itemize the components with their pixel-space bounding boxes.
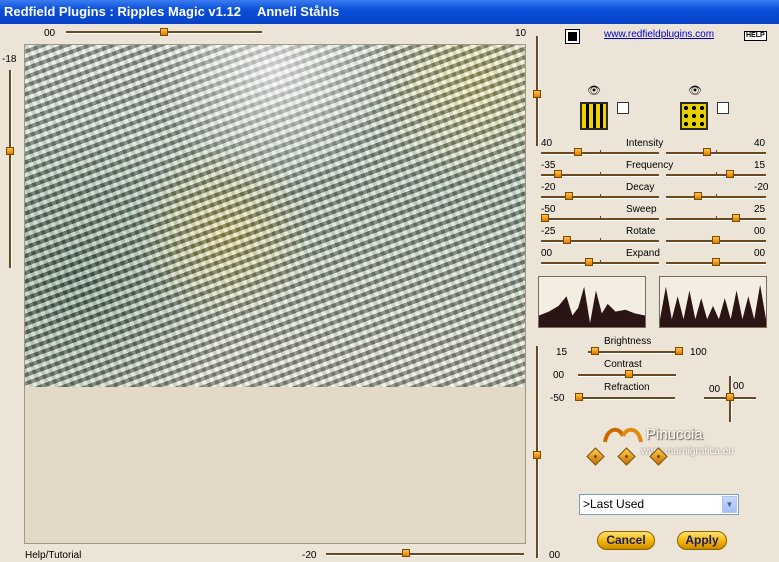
- cancel-button[interactable]: Cancel: [597, 531, 655, 550]
- brightness-track[interactable]: [588, 351, 682, 354]
- slider-right-value: -20: [754, 182, 769, 193]
- waveform-preview-left: [538, 276, 646, 328]
- chevron-down-icon[interactable]: ▼: [722, 496, 737, 513]
- slider-left-value: 00: [541, 248, 553, 259]
- slider-left-value: 40: [541, 138, 553, 149]
- slider-label: Frequency: [626, 160, 674, 171]
- swirl-icon: [603, 427, 643, 443]
- bottom-slider-track[interactable]: [326, 553, 524, 556]
- author-stamp: Anneli Ståhls: [256, 4, 340, 19]
- lower-vertical-slider-value: 00: [549, 550, 561, 561]
- refraction-track[interactable]: [577, 397, 675, 400]
- eye-icon: 👁: [587, 85, 601, 97]
- top-slider-value-left: 00: [44, 28, 56, 39]
- slider-tick: [716, 150, 717, 153]
- preset-dropdown[interactable]: >Last Used ▼: [579, 494, 739, 515]
- slider-tick: [600, 172, 601, 175]
- left-slider-thumb[interactable]: [6, 147, 14, 155]
- slider-tick: [600, 150, 601, 153]
- color-swatch[interactable]: [565, 29, 580, 44]
- brightness-thumb-left[interactable]: [591, 347, 599, 355]
- preview-panel[interactable]: [24, 44, 526, 544]
- top-slider-thumb[interactable]: [160, 28, 168, 36]
- slider-label: Rotate: [626, 226, 656, 237]
- refraction-value: -50: [550, 393, 565, 404]
- plugin-client-area: 00 10 -18 www.redfieldplugins.com HELP 👁…: [0, 24, 779, 562]
- slider-left-thumb[interactable]: [541, 214, 549, 222]
- slider-left-value: -20: [541, 182, 556, 193]
- refraction-label: Refraction: [604, 382, 650, 393]
- refraction-xy-thumb[interactable]: [726, 393, 734, 401]
- brightness-thumb-right[interactable]: [675, 347, 683, 355]
- contrast-label: Contrast: [604, 359, 642, 370]
- right-vertical-slider-thumb[interactable]: [533, 90, 541, 98]
- ripple-pattern-dots[interactable]: [680, 102, 708, 130]
- slider-tick: [600, 260, 601, 263]
- help-button[interactable]: HELP: [744, 31, 767, 41]
- left-slider-value: -18: [2, 54, 17, 65]
- apply-button[interactable]: Apply: [677, 531, 727, 550]
- slider-left-thumb[interactable]: [554, 170, 563, 178]
- slider-tick: [600, 194, 601, 197]
- slider-label: Expand: [626, 248, 660, 259]
- refraction-thumb[interactable]: [575, 393, 583, 401]
- slider-left-thumb[interactable]: [585, 258, 593, 266]
- preset-selected: >Last Used: [583, 497, 645, 511]
- slider-right-thumb[interactable]: [732, 214, 741, 222]
- slider-tick: [716, 194, 717, 197]
- slider-label: Decay: [626, 182, 655, 193]
- redfield-link[interactable]: www.redfieldplugins.com: [604, 29, 714, 40]
- slider-tick: [716, 172, 717, 175]
- slider-right-value: 25: [754, 204, 766, 215]
- slider-right-value: 00: [754, 248, 766, 259]
- eye-icon: 👁: [688, 85, 702, 97]
- slider-label: Sweep: [626, 204, 657, 215]
- refraction-y-value: 00: [733, 381, 745, 392]
- slider-right-thumb[interactable]: [712, 236, 720, 244]
- top-slider-value-right: 10: [515, 28, 527, 39]
- bottom-slider-value: -20: [302, 550, 317, 561]
- slider-tick: [600, 216, 601, 219]
- slider-right-value: 00: [754, 226, 766, 237]
- brightness-right-value: 100: [690, 347, 707, 358]
- slider-right-thumb[interactable]: [712, 258, 720, 266]
- slider-left-thumb[interactable]: [565, 192, 574, 200]
- lower-vertical-slider-thumb[interactable]: [533, 451, 541, 459]
- left-slider-track[interactable]: [9, 70, 12, 268]
- slider-left-thumb[interactable]: [563, 236, 571, 244]
- window-titlebar: Redfield Plugins : Ripples Magic v1.12 An…: [0, 0, 779, 24]
- window-title: Redfield Plugins : Ripples Magic v1.12: [4, 4, 241, 19]
- pattern1-checkbox[interactable]: [617, 102, 629, 114]
- bottom-slider-thumb[interactable]: [402, 549, 410, 557]
- slider-right-thumb[interactable]: [725, 170, 734, 178]
- brightness-left-value: 15: [556, 347, 568, 358]
- randomize-diamond-icon[interactable]: [586, 447, 605, 466]
- slider-right-value: 15: [754, 160, 766, 171]
- logo-name: Pinuccia: [646, 426, 703, 443]
- contrast-thumb[interactable]: [625, 370, 633, 378]
- contrast-value: 00: [553, 370, 565, 381]
- slider-right-value: 40: [754, 138, 766, 149]
- refraction-x-value: 00: [709, 384, 721, 395]
- preview-image: [25, 45, 525, 387]
- slider-tick: [600, 238, 601, 241]
- slider-label: Intensity: [626, 138, 664, 149]
- ripple-pattern-stripes[interactable]: [580, 102, 608, 130]
- slider-right-thumb[interactable]: [702, 148, 711, 156]
- waveform-preview-right: [659, 276, 767, 328]
- help-tutorial-link[interactable]: Help/Tutorial: [25, 550, 81, 561]
- slider-left-thumb[interactable]: [574, 148, 582, 156]
- slider-right-thumb[interactable]: [693, 192, 702, 200]
- brightness-label: Brightness: [604, 336, 652, 347]
- slider-left-value: -25: [541, 226, 556, 237]
- pattern2-checkbox[interactable]: [717, 102, 729, 114]
- slider-tick: [716, 216, 717, 219]
